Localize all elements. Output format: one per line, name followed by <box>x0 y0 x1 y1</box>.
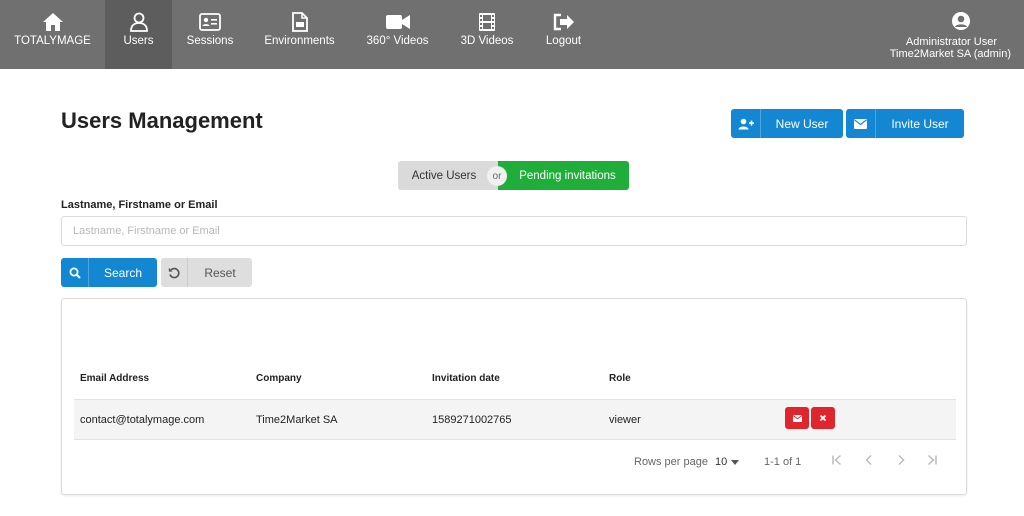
invite-user-label: Invite User <box>891 116 949 131</box>
user-plus-icon <box>731 109 761 138</box>
delete-invitation-button[interactable] <box>811 407 835 429</box>
top-nav: TOTALYMAGE Users Sessions Environments 3… <box>0 0 1024 69</box>
file-icon <box>288 11 312 33</box>
user-icon <box>127 11 151 33</box>
nav-item-users[interactable]: Users <box>105 0 172 69</box>
cell-date: 1589271002765 <box>432 414 512 426</box>
first-page-icon <box>831 453 843 471</box>
invite-user-button[interactable]: Invite User <box>846 109 964 138</box>
nav-item-360-videos[interactable]: 360° Videos <box>351 0 444 69</box>
close-icon <box>819 409 827 427</box>
toggle-or-separator: or <box>487 166 507 186</box>
new-user-label: New User <box>775 116 829 131</box>
last-page-icon <box>926 453 938 471</box>
search-input[interactable] <box>61 216 967 246</box>
video-camera-icon <box>385 11 410 33</box>
page-title: Users Management <box>61 108 263 133</box>
nav-item-logout[interactable]: Logout <box>530 0 597 69</box>
caret-down-icon <box>731 456 740 468</box>
search-button-label: Search <box>103 265 143 280</box>
column-header-company[interactable]: Company <box>256 373 302 384</box>
home-icon <box>41 11 65 33</box>
search-field-label: Lastname, Firstname or Email <box>61 199 218 211</box>
reset-button[interactable]: Reset <box>161 258 252 287</box>
next-page-button[interactable] <box>893 454 909 470</box>
envelope-icon <box>846 109 876 138</box>
nav-label: Logout <box>545 35 582 47</box>
last-page-button[interactable] <box>924 454 940 470</box>
chevron-right-icon <box>895 453 907 471</box>
nav-label: Users <box>123 35 154 47</box>
rows-per-page-select[interactable]: 10 <box>715 456 740 468</box>
first-page-button[interactable] <box>829 454 845 470</box>
rows-per-page-value: 10 <box>715 456 728 468</box>
resend-invitation-button[interactable] <box>785 407 809 429</box>
new-user-button[interactable]: New User <box>731 109 843 138</box>
pagination-range: 1-1 of 1 <box>764 456 802 468</box>
nav-label: Sessions <box>186 35 234 47</box>
id-card-icon <box>198 11 222 33</box>
previous-page-button[interactable] <box>861 454 877 470</box>
column-header-date[interactable]: Invitation date <box>432 373 500 384</box>
nav-label: TOTALYMAGE <box>14 35 91 47</box>
cell-role: viewer <box>609 414 641 426</box>
nav-item-sessions[interactable]: Sessions <box>172 0 248 69</box>
cell-company: Time2Market SA <box>256 414 338 426</box>
reset-button-label: Reset <box>204 265 236 280</box>
nav-label: 3D Videos <box>460 35 514 47</box>
nav-item-3d-videos[interactable]: 3D Videos <box>444 0 530 69</box>
row-divider <box>74 439 956 440</box>
cell-email: contact@totalymage.com <box>80 414 205 426</box>
user-name: Administrator User <box>905 36 997 48</box>
film-icon <box>475 11 499 33</box>
nav-label: 360° Videos <box>366 35 429 47</box>
invitations-table-panel: Email Address Company Invitation date Ro… <box>61 298 967 495</box>
sign-out-icon <box>552 11 576 33</box>
search-button[interactable]: Search <box>61 258 157 287</box>
chevron-left-icon <box>863 453 875 471</box>
search-icon <box>61 258 89 287</box>
user-type-toggle: Active Users Pending invitations or <box>398 161 629 190</box>
user-menu[interactable]: Administrator User Time2Market SA (admin… <box>851 0 1011 69</box>
rows-per-page-label: Rows per page <box>634 456 708 468</box>
column-header-role[interactable]: Role <box>609 373 631 384</box>
envelope-icon <box>792 409 802 427</box>
nav-item-environments[interactable]: Environments <box>248 0 351 69</box>
column-header-email[interactable]: Email Address <box>80 373 149 384</box>
user-organization: Time2Market SA (admin) <box>889 48 1011 60</box>
nav-label: Environments <box>264 35 335 47</box>
nav-item-totalymage[interactable]: TOTALYMAGE <box>0 0 105 69</box>
active-users-tab[interactable]: Active Users <box>398 161 498 190</box>
undo-icon <box>161 258 188 287</box>
pending-invitations-tab[interactable]: Pending invitations <box>498 161 629 190</box>
user-circle-icon <box>949 11 971 33</box>
